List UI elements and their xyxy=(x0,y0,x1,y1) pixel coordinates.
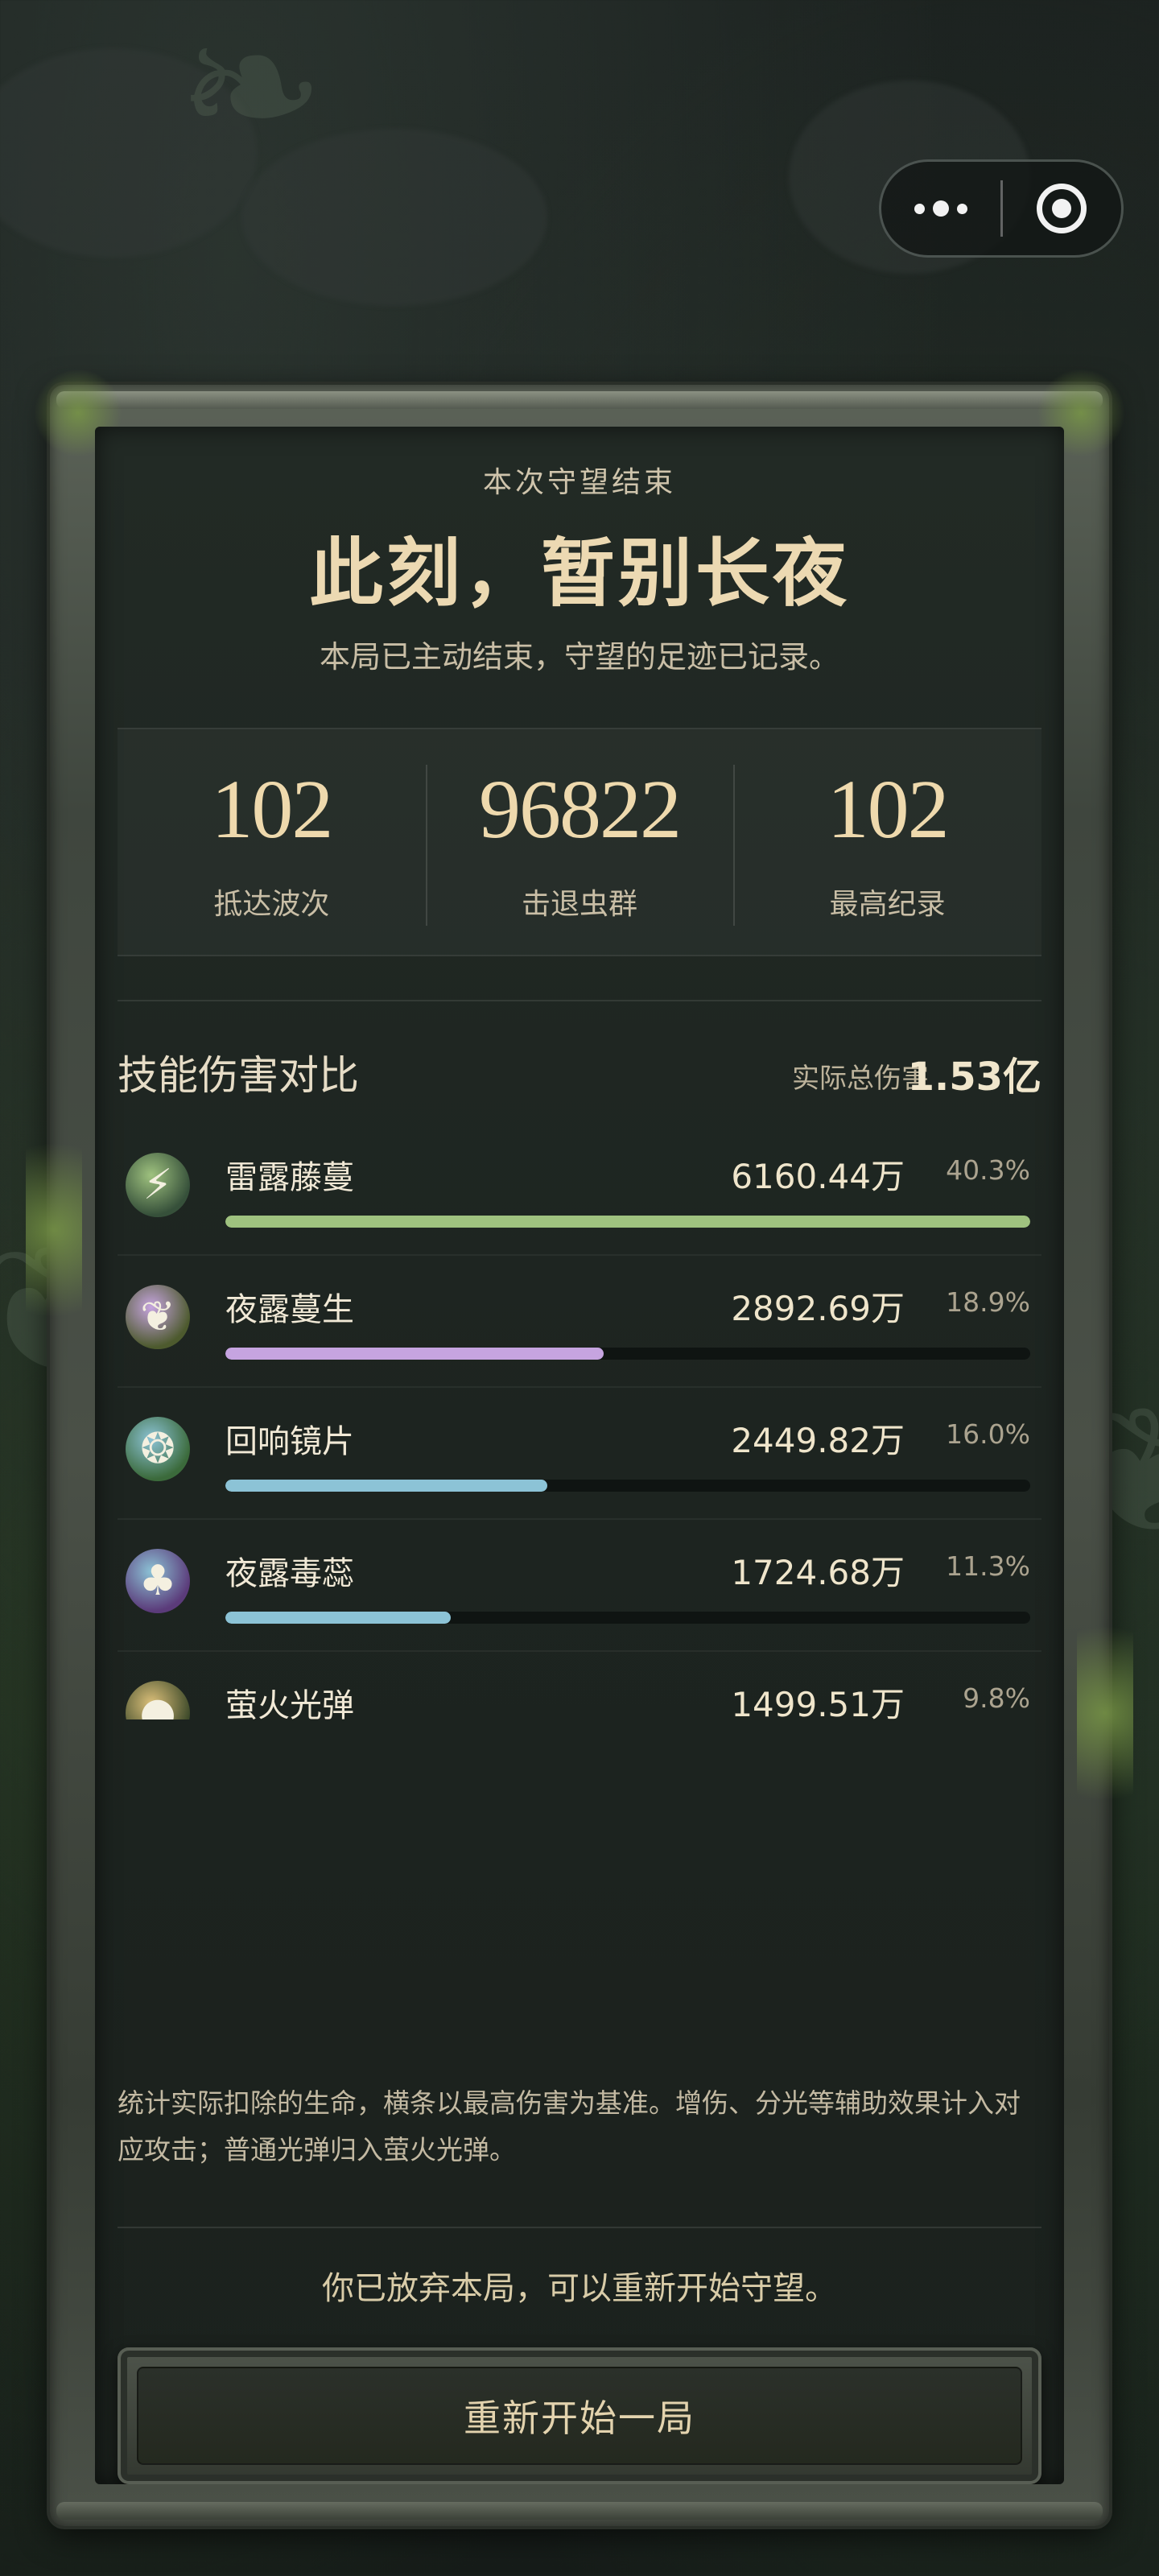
stat-waves: 102 抵达波次 xyxy=(118,729,426,955)
target-circle-icon xyxy=(1037,184,1087,233)
skill-row: ♣ 夜露毒蕊 1724.68万 11.3% xyxy=(118,1520,1041,1652)
stat-value: 102 xyxy=(827,763,950,856)
skill-name: 萤火光弹 xyxy=(225,1687,354,1719)
stat-kills: 96822 击退虫群 xyxy=(425,729,734,955)
section-divider xyxy=(118,2227,1041,2228)
damage-bar-track xyxy=(225,1348,1030,1360)
stat-value: 102 xyxy=(211,763,333,856)
thunder-vine-icon: ⚡ xyxy=(126,1153,190,1217)
skill-name: 夜露毒蕊 xyxy=(225,1555,354,1592)
result-subtitle: 本局已主动结束，守望的足迹已记录。 xyxy=(319,639,839,675)
poison-mushroom-icon: ♣ xyxy=(126,1549,190,1613)
damage-bar-fill xyxy=(225,1216,1030,1228)
skill-percent: 18.9% xyxy=(946,1286,1030,1318)
stats-bar: 102 抵达波次 96822 击退虫群 102 最高纪录 xyxy=(118,728,1041,956)
skill-damage: 2449.82万 xyxy=(731,1421,905,1460)
damage-bar-track xyxy=(225,1612,1030,1624)
skill-damage: 1724.68万 xyxy=(731,1553,905,1592)
swirl-leaf-icon: ❂ xyxy=(126,1417,190,1481)
skill-row: ● 萤火光弹 1499.51万 9.8% xyxy=(118,1652,1041,1719)
stat-best: 102 最高纪录 xyxy=(733,729,1041,955)
pitcher-plant-icon: ❦ xyxy=(126,1285,190,1349)
restart-button-label: 重新开始一局 xyxy=(464,2396,695,2440)
page-title: 此刻，暂别长夜 xyxy=(308,530,850,617)
damage-section-title: 技能伤害对比 xyxy=(118,1052,359,1099)
skill-percent: 16.0% xyxy=(946,1418,1030,1450)
skill-row: ❂ 回响镜片 2449.82万 16.0% xyxy=(118,1388,1041,1520)
damage-bar-fill xyxy=(225,1348,604,1360)
stat-label: 抵达波次 xyxy=(213,888,330,921)
fern-decoration: ❧ xyxy=(177,0,326,190)
stats-footnote: 统计实际扣除的生命，横条以最高伤害为基准。增伤、分光等辅助效果计入对应攻击；普通… xyxy=(118,2087,1021,2165)
damage-bar-track xyxy=(225,1480,1030,1492)
skill-percent: 9.8% xyxy=(963,1682,1030,1714)
skill-damage: 2892.69万 xyxy=(731,1289,905,1328)
restart-button[interactable]: 重新开始一局 xyxy=(118,2347,1041,2484)
section-divider xyxy=(118,1000,1041,1001)
more-dots-icon xyxy=(914,200,967,217)
result-eyebrow: 本次守望结束 xyxy=(482,466,676,499)
stat-value: 96822 xyxy=(479,763,682,856)
miniprogram-capsule xyxy=(879,159,1124,258)
skill-row: ❦ 夜露蔓生 2892.69万 18.9% xyxy=(118,1256,1041,1388)
status-message: 你已放弃本局，可以重新开始守望。 xyxy=(322,2270,837,2307)
total-damage-value: 1.53亿 xyxy=(907,1055,1041,1100)
damage-bar-fill xyxy=(225,1480,547,1492)
firefly-orb-icon: ● xyxy=(126,1681,190,1719)
skill-percent: 40.3% xyxy=(946,1154,1030,1186)
skill-name: 雷露藤蔓 xyxy=(225,1159,354,1196)
skill-row: ⚡ 雷露藤蔓 6160.44万 40.3% xyxy=(118,1124,1041,1256)
skill-name: 回响镜片 xyxy=(225,1423,354,1460)
damage-bar-track xyxy=(225,1216,1030,1228)
stat-label: 最高纪录 xyxy=(829,888,946,921)
moss-decoration xyxy=(26,1109,82,1351)
skill-damage: 1499.51万 xyxy=(731,1685,905,1719)
stat-label: 击退虫群 xyxy=(522,888,638,921)
damage-bar-fill xyxy=(225,1612,451,1624)
more-button[interactable] xyxy=(881,162,1000,255)
skill-damage-list[interactable]: ⚡ 雷露藤蔓 6160.44万 40.3% ❦ 夜露蔓生 2892.69万 18.9% ❂ 回响镜… xyxy=(118,1124,1041,1719)
skill-name: 夜露蔓生 xyxy=(225,1291,354,1328)
skill-percent: 11.3% xyxy=(946,1550,1030,1582)
close-button[interactable] xyxy=(1003,162,1122,255)
skill-damage: 6160.44万 xyxy=(731,1157,905,1196)
moss-decoration xyxy=(1077,1592,1133,1834)
result-panel: 本次守望结束 此刻，暂别长夜 本局已主动结束，守望的足迹已记录。 102 抵达波… xyxy=(95,427,1064,2484)
